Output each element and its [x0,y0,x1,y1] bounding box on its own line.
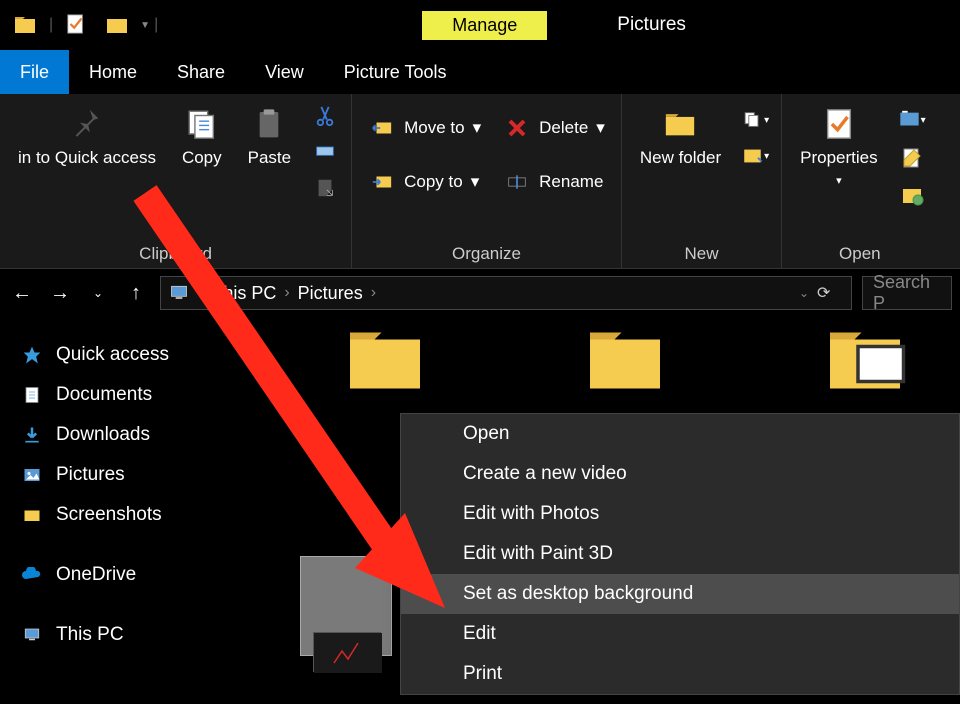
history-button[interactable] [898,182,926,210]
folder-thumbnail[interactable] [340,322,430,392]
context-edit-photos[interactable]: Edit with Photos [401,494,959,534]
qat-divider: | [49,16,53,34]
cut-button[interactable] [311,102,339,130]
path-icon [313,142,337,162]
nav-quick-access[interactable]: Quick access [10,335,280,375]
folder-thumbnail[interactable] [820,322,910,392]
open-group: Properties ▾ ▾ Open [782,94,937,268]
image-thumbnail [313,632,381,672]
contextual-tab-label[interactable]: Manage [422,11,547,40]
dropdown-icon[interactable]: ⌄ [799,286,809,300]
breadcrumb[interactable]: › This PC › Pictures › ⌄ ⟳ [160,276,852,310]
nav-downloads[interactable]: Downloads [10,415,280,455]
qat-divider: | [154,16,158,34]
pc-icon [167,283,191,303]
new-folder-button[interactable]: New folder [634,102,727,172]
forward-button[interactable]: → [46,279,74,307]
cloud-icon [20,563,44,587]
view-tab[interactable]: View [245,50,324,94]
copy-path-button[interactable] [311,138,339,166]
nav-pictures[interactable]: Pictures [10,455,280,495]
nav-this-pc[interactable]: This PC [10,615,280,655]
window-title: Pictures [617,14,686,36]
folder-location-icon [13,13,37,37]
chevron-right-icon[interactable]: › [371,284,376,302]
delete-icon [503,114,531,142]
menu-bar: File Home Share View Picture Tools [0,50,960,94]
context-print[interactable]: Print [401,654,959,694]
chevron-right-icon[interactable]: › [284,284,289,302]
paste-button[interactable]: Paste [242,102,297,172]
folder-qat-icon[interactable] [105,13,129,37]
clipboard-group: in to Quick access Copy Paste Clipboard [0,94,352,268]
chevron-down-icon: ▾ [471,172,480,192]
scissors-icon [314,103,336,129]
navigation-pane: Quick access Documents Downloads Picture… [0,317,290,704]
share-tab[interactable]: Share [157,50,245,94]
qat-dropdown-icon[interactable]: ▼ [140,20,150,31]
title-bar: | ▼ | Manage Pictures [0,0,960,50]
download-icon [20,423,44,447]
pc-icon [20,623,44,647]
properties-icon [822,104,856,144]
document-icon [20,383,44,407]
context-create-video[interactable]: Create a new video [401,454,959,494]
recent-locations-button[interactable]: ⌄ [84,279,112,307]
chevron-down-icon: ▾ [473,118,482,138]
selected-item[interactable] [300,556,392,656]
new-folder-icon [662,107,698,141]
new-item-button[interactable]: ▾ [741,106,769,134]
copy-button[interactable]: Copy [176,102,228,172]
copy-icon [185,105,219,143]
move-to-icon [368,114,396,142]
paste-shortcut-button[interactable] [311,174,339,202]
pin-to-quick-access-button[interactable]: in to Quick access [12,102,162,172]
new-item-icon [741,109,764,131]
nav-screenshots[interactable]: Screenshots [10,495,280,535]
history-icon [899,184,925,208]
refresh-button[interactable]: ⟳ [817,283,845,303]
chevron-down-icon: ▾ [836,174,842,187]
ribbon: in to Quick access Copy Paste Clipboard [0,94,960,269]
context-edit[interactable]: Edit [401,614,959,654]
open-icon [898,109,921,131]
context-set-desktop-background[interactable]: Set as desktop background [401,574,959,614]
search-input[interactable]: Search P [862,276,952,310]
file-menu[interactable]: File [0,50,69,94]
organize-group: Move to ▾ Copy to ▾ Delete ▾ Rename [352,94,622,268]
open-button[interactable]: ▾ [898,106,926,134]
clipboard-shortcut-icon [314,176,336,200]
picture-tools-tab[interactable]: Picture Tools [324,50,467,94]
context-menu: Open Create a new video Edit with Photos… [400,413,960,695]
star-icon [20,343,44,367]
folder-thumbnail[interactable] [580,322,670,392]
copy-to-icon [368,168,396,196]
rename-button[interactable]: Rename [499,166,609,198]
move-to-button[interactable]: Move to ▾ [364,112,485,144]
paste-icon [253,105,285,143]
properties-qat-icon[interactable] [65,13,89,37]
copy-to-button[interactable]: Copy to ▾ [364,166,485,198]
easy-access-button[interactable]: ▾ [741,142,769,170]
back-button[interactable]: ← [8,279,36,307]
nav-onedrive[interactable]: OneDrive [10,555,280,595]
context-edit-paint3d[interactable]: Edit with Paint 3D [401,534,959,574]
pin-icon [70,107,104,141]
home-tab[interactable]: Home [69,50,157,94]
pictures-icon [20,463,44,487]
edit-button[interactable] [898,144,926,172]
context-open[interactable]: Open [401,414,959,454]
easy-access-icon [741,145,764,167]
new-group: New folder ▾ ▾ New [622,94,782,268]
folder-icon [20,503,44,527]
rename-icon [503,168,531,196]
edit-icon [900,146,924,170]
chevron-right-icon[interactable]: › [199,284,204,302]
nav-documents[interactable]: Documents [10,375,280,415]
address-bar: ← → ⌄ ↑ › This PC › Pictures › ⌄ ⟳ Searc… [0,269,960,317]
up-button[interactable]: ↑ [122,279,150,307]
chevron-down-icon: ▾ [596,118,605,138]
delete-button[interactable]: Delete ▾ [499,112,609,144]
properties-button[interactable]: Properties ▾ [794,102,883,191]
